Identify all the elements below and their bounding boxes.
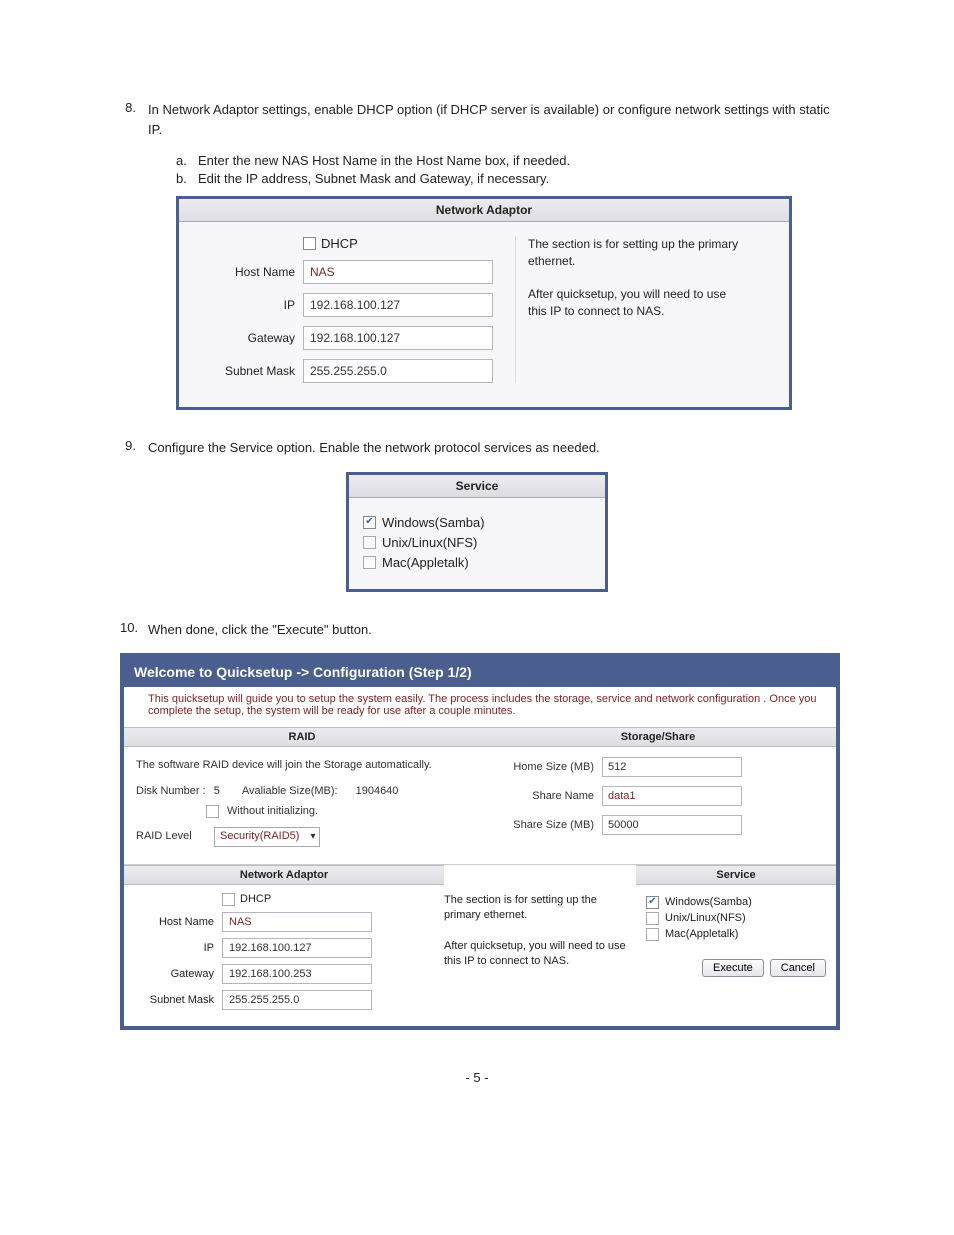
- gateway-input[interactable]: [303, 326, 493, 350]
- host-name-input[interactable]: [303, 260, 493, 284]
- panel-title: Network Adaptor: [179, 199, 789, 222]
- ip-mini-input[interactable]: [222, 938, 372, 958]
- unix-nfs-checkbox[interactable]: [363, 536, 376, 549]
- dhcp-mini-checkbox[interactable]: [222, 893, 235, 906]
- step-10-text: When done, click the "Execute" button.: [148, 620, 834, 640]
- network-adaptor-panel: Network Adaptor DHCP Host Name IP Gatewa…: [176, 196, 792, 410]
- unix-nfs-mini-label: Unix/Linux(NFS): [665, 912, 746, 924]
- gateway-mini-label: Gateway: [134, 968, 222, 980]
- step-9-text: Configure the Service option. Enable the…: [148, 438, 834, 458]
- dhcp-checkbox[interactable]: [303, 237, 316, 250]
- home-size-input[interactable]: [602, 757, 742, 777]
- service-mini-header: Service: [636, 865, 836, 885]
- quicksetup-panel: Welcome to Quicksetup -> Configuration (…: [120, 653, 840, 1030]
- subnet-mini-input[interactable]: [222, 990, 372, 1010]
- host-name-mini-label: Host Name: [134, 916, 222, 928]
- available-size-label: Avaliable Size(MB):: [242, 783, 338, 801]
- quicksetup-description: This quicksetup will guide you to setup …: [124, 687, 836, 727]
- panel-title: Service: [349, 475, 605, 498]
- page-number: - 5 -: [120, 1070, 834, 1085]
- substep-b-text: Edit the IP address, Subnet Mask and Gat…: [198, 171, 549, 186]
- step-8-text: In Network Adaptor settings, enable DHCP…: [148, 100, 834, 139]
- raid-header: RAID: [124, 727, 480, 747]
- raid-intro: The software RAID device will join the S…: [136, 757, 468, 775]
- ip-label: IP: [193, 298, 303, 312]
- disk-number-label: Disk Number :: [136, 783, 206, 801]
- windows-samba-mini-label: Windows(Samba): [665, 896, 752, 908]
- gateway-mini-input[interactable]: [222, 964, 372, 984]
- without-init-checkbox[interactable]: [206, 805, 219, 818]
- step-number: 10.: [120, 620, 148, 635]
- substep-a-text: Enter the new NAS Host Name in the Host …: [198, 153, 570, 168]
- share-name-input[interactable]: [602, 786, 742, 806]
- quicksetup-title: Welcome to Quicksetup -> Configuration (…: [124, 657, 836, 687]
- windows-samba-mini-checkbox[interactable]: [646, 896, 659, 909]
- available-size-value: 1904640: [356, 783, 399, 801]
- substep-letter: a.: [176, 153, 198, 168]
- step-number: 9.: [120, 438, 148, 453]
- disk-number-value: 5: [214, 783, 220, 801]
- subnet-input[interactable]: [303, 359, 493, 383]
- dhcp-mini-label: DHCP: [240, 893, 271, 905]
- home-size-label: Home Size (MB): [492, 761, 602, 773]
- service-panel: Service Windows(Samba) Unix/Linux(NFS) M…: [346, 472, 608, 592]
- step-number: 8.: [120, 100, 148, 115]
- raid-level-label: RAID Level: [136, 828, 206, 846]
- cancel-button[interactable]: Cancel: [770, 959, 826, 977]
- share-size-input[interactable]: [602, 815, 742, 835]
- mac-appletalk-label: Mac(Appletalk): [382, 555, 469, 570]
- share-size-label: Share Size (MB): [492, 819, 602, 831]
- substep-letter: b.: [176, 171, 198, 186]
- info-text-1: The section is for setting up the primar…: [528, 236, 745, 270]
- ip-input[interactable]: [303, 293, 493, 317]
- unix-nfs-mini-checkbox[interactable]: [646, 912, 659, 925]
- unix-nfs-label: Unix/Linux(NFS): [382, 535, 477, 550]
- windows-samba-checkbox[interactable]: [363, 516, 376, 529]
- subnet-label: Subnet Mask: [193, 364, 303, 378]
- na-info-1: The section is for setting up the primar…: [444, 893, 626, 924]
- mac-appletalk-mini-checkbox[interactable]: [646, 928, 659, 941]
- host-name-label: Host Name: [193, 265, 303, 279]
- raid-level-value: Security(RAID5): [220, 828, 299, 846]
- na-mini-header: Network Adaptor: [124, 865, 444, 885]
- subnet-mini-label: Subnet Mask: [134, 994, 222, 1006]
- mac-appletalk-checkbox[interactable]: [363, 556, 376, 569]
- mac-appletalk-mini-label: Mac(Appletalk): [665, 928, 738, 940]
- na-info-2: After quicksetup, you will need to use t…: [444, 939, 626, 970]
- host-name-mini-input[interactable]: [222, 912, 372, 932]
- dhcp-label: DHCP: [321, 236, 358, 251]
- ip-mini-label: IP: [134, 942, 222, 954]
- windows-samba-label: Windows(Samba): [382, 515, 485, 530]
- raid-level-select[interactable]: Security(RAID5): [214, 827, 320, 847]
- share-name-label: Share Name: [492, 790, 602, 802]
- info-text-2: After quicksetup, you will need to use t…: [528, 286, 745, 320]
- execute-button[interactable]: Execute: [702, 959, 764, 977]
- gateway-label: Gateway: [193, 331, 303, 345]
- without-init-label: Without initializing.: [227, 803, 318, 821]
- storage-header: Storage/Share: [480, 727, 836, 747]
